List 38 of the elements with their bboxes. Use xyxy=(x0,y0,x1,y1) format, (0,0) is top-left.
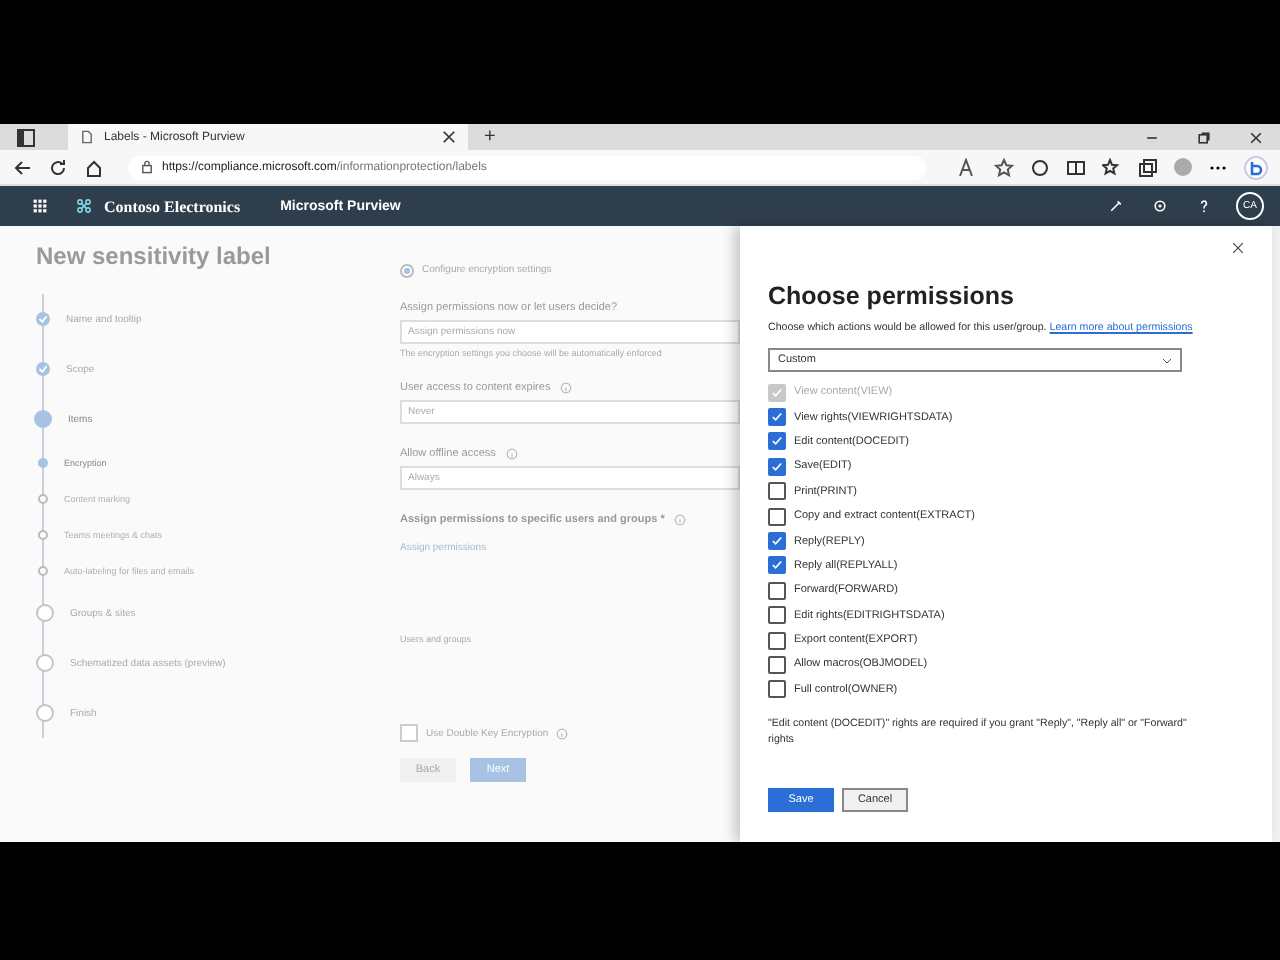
checkbox[interactable] xyxy=(768,556,786,575)
panel-title: Choose permissions xyxy=(768,282,1016,310)
page-icon xyxy=(80,130,94,144)
back-arrow-icon[interactable] xyxy=(12,157,32,177)
lock-icon xyxy=(140,160,154,174)
split-screen-icon[interactable] xyxy=(1066,157,1086,177)
checkbox[interactable] xyxy=(768,680,786,699)
tab-actions-icon[interactable] xyxy=(16,127,36,147)
restore-icon[interactable] xyxy=(1196,129,1212,145)
logo-icon xyxy=(76,198,92,214)
help-icon[interactable] xyxy=(1196,198,1212,214)
checkbox[interactable] xyxy=(768,581,786,600)
organization-name: Contoso Electronics xyxy=(104,197,241,215)
checkbox[interactable] xyxy=(768,655,786,674)
settings-icon[interactable] xyxy=(1152,198,1168,214)
close-icon[interactable] xyxy=(1232,242,1244,254)
new-tab-button[interactable]: + xyxy=(484,127,496,147)
checkbox[interactable] xyxy=(768,532,786,551)
checkbox[interactable] xyxy=(768,507,786,526)
page-title: New sensitivity label xyxy=(36,242,271,270)
radio-button[interactable] xyxy=(400,263,414,277)
close-icon[interactable] xyxy=(1248,129,1264,145)
checkbox[interactable] xyxy=(768,631,786,650)
star-icon[interactable] xyxy=(994,157,1014,177)
chevron-down-icon xyxy=(1162,357,1172,363)
favorites-icon[interactable] xyxy=(1102,157,1122,177)
home-icon[interactable] xyxy=(84,157,104,177)
checkbox[interactable] xyxy=(768,606,786,625)
checkbox[interactable] xyxy=(768,432,786,451)
refresh-icon[interactable] xyxy=(48,157,68,177)
collections-icon[interactable] xyxy=(1138,157,1158,177)
read-aloud-icon[interactable] xyxy=(958,157,978,177)
checkbox[interactable] xyxy=(768,482,786,501)
checkbox[interactable] xyxy=(768,408,786,427)
checkbox[interactable] xyxy=(768,457,786,476)
close-icon[interactable] xyxy=(442,130,456,144)
app-launcher-icon[interactable] xyxy=(32,198,48,214)
copilot-icon[interactable] xyxy=(1244,155,1268,179)
